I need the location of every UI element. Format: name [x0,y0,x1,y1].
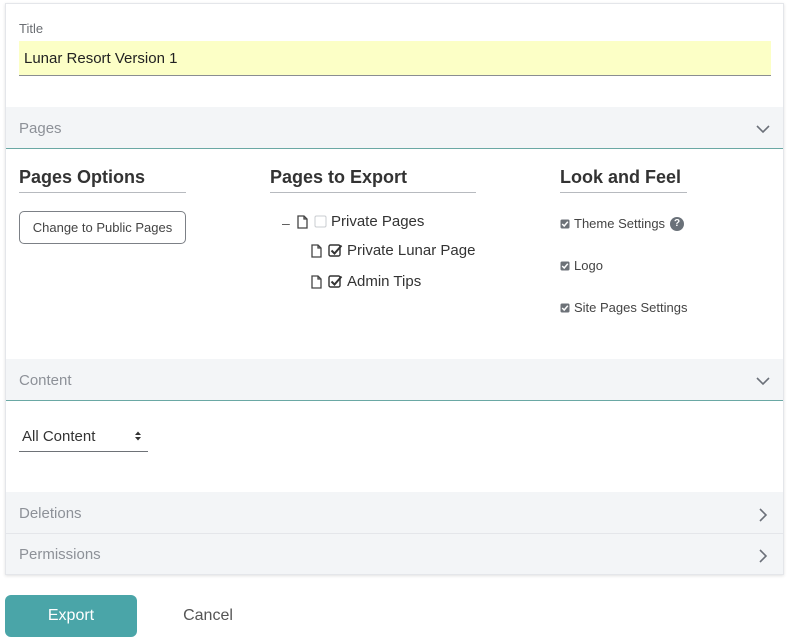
change-to-public-pages-button[interactable]: Change to Public Pages [19,211,186,244]
permissions-panel-title: Permissions [19,546,101,563]
page-icon [311,243,322,258]
tree-node-private-lunar-page[interactable]: Private Lunar Page [311,242,475,259]
tree-node-label: Private Pages [331,213,425,230]
pages-options-heading: Pages Options [19,167,186,193]
logo-option[interactable]: Logo [560,258,603,273]
tree-node-admin-tips[interactable]: Admin Tips [311,273,421,290]
pages-to-export-heading: Pages to Export [270,167,476,193]
tree-node-label: Private Lunar Page [347,242,476,259]
help-icon[interactable]: ? [670,216,685,231]
content-select[interactable]: All Content [19,421,148,452]
content-panel-title: Content [19,372,72,389]
page-icon [297,214,308,229]
pages-panel-header[interactable]: Pages [6,107,783,149]
pages-panel-title: Pages [19,120,62,137]
checkbox-checked-icon[interactable] [328,243,343,258]
site-pages-settings-label: Site Pages Settings [574,300,688,315]
chevron-down-icon [756,125,770,134]
cancel-button[interactable]: Cancel [172,595,244,637]
chevron-right-icon [759,508,768,522]
content-select-value: All Content [22,427,96,445]
checkbox-checked-icon[interactable] [560,303,570,313]
theme-settings-label: Theme Settings [574,216,666,231]
title-input[interactable] [19,41,771,76]
deletions-panel-header[interactable]: Deletions [6,492,783,533]
checkbox-checked-icon[interactable] [560,219,570,229]
site-pages-settings-option[interactable]: Site Pages Settings [560,300,687,315]
content-panel-header[interactable]: Content [6,359,783,401]
chevron-right-icon [759,549,768,563]
permissions-panel-header[interactable]: Permissions [6,534,783,574]
deletions-panel-title: Deletions [19,505,82,522]
checkbox-unchecked-icon[interactable] [314,215,327,228]
collapse-toggle-icon[interactable]: – [282,215,290,231]
title-label: Title [19,21,44,36]
export-form-card: Title Pages Pages Options Change to Publ… [5,3,784,575]
look-and-feel-heading: Look and Feel [560,167,687,193]
checkbox-checked-icon[interactable] [328,274,343,289]
checkbox-checked-icon[interactable] [560,261,570,271]
tree-node-private-pages[interactable]: Private Pages [297,213,424,230]
tree-node-label: Admin Tips [347,273,422,290]
logo-label: Logo [574,258,603,273]
page-icon [311,274,322,289]
theme-settings-option[interactable]: Theme Settings ? [560,216,685,231]
chevron-down-icon [756,377,770,386]
export-button[interactable]: Export [5,595,137,637]
select-arrows-icon [135,431,141,441]
